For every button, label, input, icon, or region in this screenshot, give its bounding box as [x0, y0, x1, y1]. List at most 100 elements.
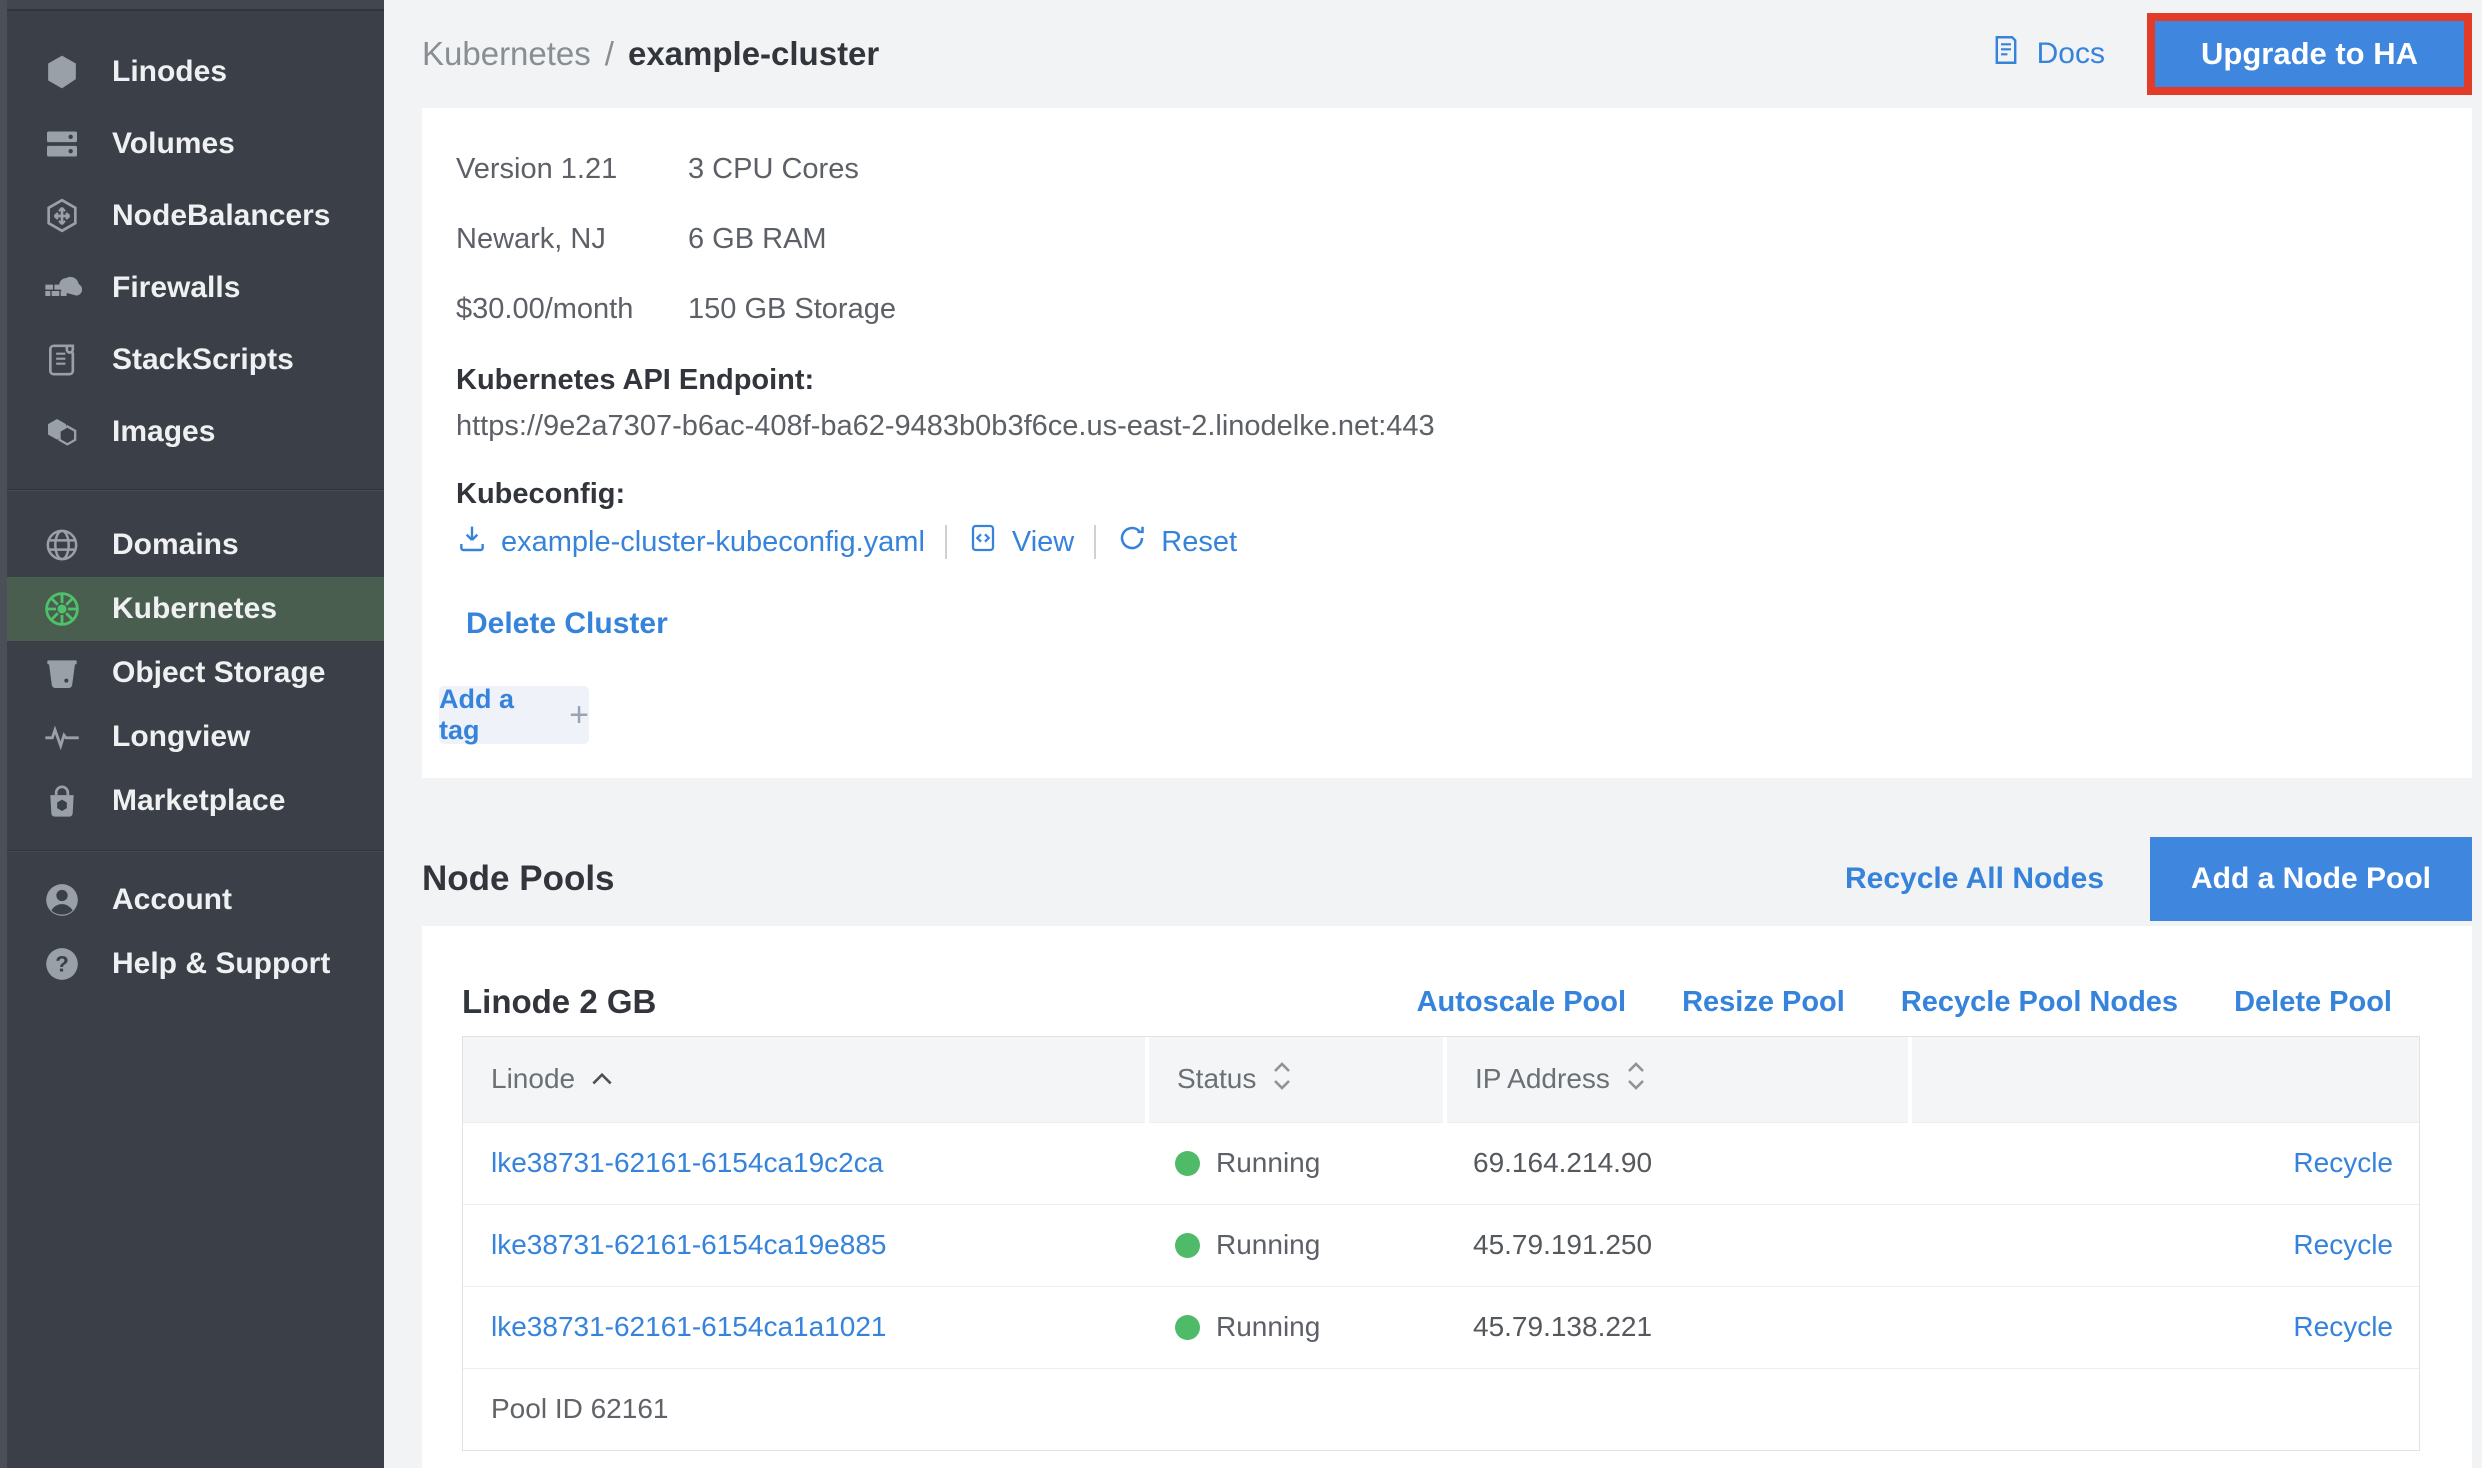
sidebar-item-volumes[interactable]: Volumes: [0, 108, 384, 180]
sidebar-item-longview[interactable]: Longview: [0, 705, 384, 769]
column-header-status[interactable]: Status: [1147, 1037, 1445, 1122]
sidebar-item-label: Object Storage: [112, 656, 325, 690]
sidebar-item-domains[interactable]: Domains: [0, 513, 384, 577]
upgrade-to-ha-button[interactable]: Upgrade to HA: [2155, 21, 2464, 87]
autoscale-pool-link[interactable]: Autoscale Pool: [1417, 986, 1627, 1019]
kubeconfig-filename: example-cluster-kubeconfig.yaml: [501, 526, 925, 559]
column-label: Linode: [491, 1063, 575, 1095]
volume-icon: [36, 124, 88, 164]
sidebar-item-linodes[interactable]: Linodes: [0, 36, 384, 108]
images-icon: [36, 412, 88, 452]
breadcrumb-kubernetes-link[interactable]: Kubernetes: [422, 35, 591, 73]
node-pools-title: Node Pools: [422, 859, 1845, 899]
pool-id-row: Pool ID 62161: [463, 1368, 2419, 1450]
pulse-icon: [36, 717, 88, 757]
header-actions: Docs Upgrade to HA: [1989, 13, 2472, 95]
sidebar-item-nodebalancers[interactable]: NodeBalancers: [0, 180, 384, 252]
sidebar-divider: [0, 850, 384, 851]
column-label: Status: [1177, 1063, 1256, 1095]
marketplace-bag-icon: [36, 781, 88, 821]
delete-pool-link[interactable]: Delete Pool: [2234, 986, 2392, 1019]
pool-title: Linode 2 GB: [462, 983, 1417, 1021]
node-link[interactable]: lke38731-62161-6154ca19c2ca: [491, 1147, 883, 1178]
recycle-node-link[interactable]: Recycle: [2293, 1147, 2393, 1178]
kubeconfig-reset-link[interactable]: Reset: [1116, 522, 1237, 562]
sidebar-divider: [0, 489, 384, 490]
node-link[interactable]: lke38731-62161-6154ca19e885: [491, 1229, 886, 1260]
kubeconfig-view-label: View: [1012, 526, 1074, 559]
breadcrumb-separator: /: [605, 35, 614, 73]
sidebar-item-stackscripts[interactable]: StackScripts: [0, 324, 384, 396]
linode-icon: [36, 52, 88, 92]
column-header-ip-address[interactable]: IP Address: [1445, 1037, 1910, 1122]
sidebar-item-label: Help & Support: [112, 947, 330, 981]
recycle-all-nodes-link[interactable]: Recycle All Nodes: [1845, 862, 2104, 896]
reset-icon: [1116, 522, 1148, 562]
sidebar-item-label: NodeBalancers: [112, 199, 330, 233]
sort-both-icon: [1624, 1058, 1648, 1101]
view-code-icon: [967, 522, 999, 562]
column-header-linode[interactable]: Linode: [463, 1037, 1147, 1122]
ip-address: 69.164.214.90: [1445, 1122, 1910, 1204]
recycle-node-link[interactable]: Recycle: [2293, 1229, 2393, 1260]
pool-id-label: Pool ID 62161: [463, 1368, 2419, 1450]
sidebar-item-label: Linodes: [112, 55, 227, 89]
breadcrumb-current: example-cluster: [628, 35, 879, 73]
add-tag-button[interactable]: Add a tag +: [439, 686, 589, 744]
table-row: lke38731-62161-6154ca1a1021 Running 45.7…: [463, 1286, 2419, 1368]
sidebar-scrollbar[interactable]: [0, 0, 7, 1468]
ip-address: 45.79.138.221: [1445, 1286, 1910, 1368]
sidebar-item-label: Account: [112, 883, 232, 917]
sidebar-item-label: StackScripts: [112, 343, 294, 377]
docs-link[interactable]: Docs: [1989, 33, 2105, 75]
sidebar-item-label: Firewalls: [112, 271, 240, 305]
cluster-cpu: 3 CPU Cores: [688, 134, 2432, 204]
main-content: Kubernetes / example-cluster Docs Upgrad…: [384, 0, 2482, 1468]
sidebar-item-help-support[interactable]: ? Help & Support: [0, 932, 384, 996]
add-tag-label: Add a tag: [439, 684, 554, 746]
kubernetes-helm-icon: [36, 588, 88, 630]
red-highlight-annotation: Upgrade to HA: [2147, 13, 2472, 95]
cluster-storage: 150 GB Storage: [688, 274, 2432, 344]
delete-cluster-link[interactable]: Delete Cluster: [466, 604, 668, 644]
sidebar-item-marketplace[interactable]: Marketplace: [0, 769, 384, 833]
download-icon: [456, 522, 488, 562]
status-running-dot: [1175, 1315, 1200, 1340]
add-node-pool-button[interactable]: Add a Node Pool: [2150, 837, 2472, 921]
divider: [1094, 525, 1096, 559]
sidebar-item-label: Domains: [112, 528, 239, 562]
nodes-table: Linode Status: [462, 1036, 2420, 1451]
sidebar-item-object-storage[interactable]: Object Storage: [0, 641, 384, 705]
resize-pool-link[interactable]: Resize Pool: [1682, 986, 1845, 1019]
column-header-actions: [1910, 1037, 2419, 1122]
sidebar-item-label: Images: [112, 415, 215, 449]
node-pools-header: Node Pools Recycle All Nodes Add a Node …: [422, 836, 2472, 922]
stackscript-icon: [36, 340, 88, 380]
pool-actions: Autoscale Pool Resize Pool Recycle Pool …: [1417, 986, 2392, 1019]
sidebar-item-firewalls[interactable]: Firewalls: [0, 252, 384, 324]
sort-asc-icon: [589, 1063, 615, 1095]
status-running-dot: [1175, 1151, 1200, 1176]
recycle-node-link[interactable]: Recycle: [2293, 1311, 2393, 1342]
sidebar-item-images[interactable]: Images: [0, 396, 384, 468]
kubeconfig-actions: example-cluster-kubeconfig.yaml View Res…: [456, 520, 2432, 564]
recycle-pool-nodes-link[interactable]: Recycle Pool Nodes: [1901, 986, 2178, 1019]
docs-label: Docs: [2037, 37, 2105, 71]
sidebar-item-kubernetes[interactable]: Kubernetes: [0, 577, 384, 641]
kubeconfig-view-link[interactable]: View: [967, 522, 1074, 562]
table-header-row: Linode Status: [463, 1037, 2419, 1122]
api-endpoint-url: https://9e2a7307-b6ac-408f-ba62-9483b0b3…: [456, 408, 2432, 444]
globe-icon: [36, 525, 88, 565]
node-link[interactable]: lke38731-62161-6154ca1a1021: [491, 1311, 886, 1342]
sidebar-item-label: Kubernetes: [112, 592, 277, 626]
sidebar-item-label: Volumes: [112, 127, 235, 161]
kubeconfig-label: Kubeconfig:: [456, 476, 2432, 512]
firewall-icon: [36, 268, 88, 308]
sidebar-item-account[interactable]: Account: [0, 868, 384, 932]
cluster-region: Newark, NJ: [456, 204, 688, 274]
plus-icon: +: [569, 696, 589, 735]
kubeconfig-download-link[interactable]: example-cluster-kubeconfig.yaml: [456, 522, 925, 562]
pool-card: Linode 2 GB Autoscale Pool Resize Pool R…: [422, 926, 2472, 1468]
bucket-icon: [36, 653, 88, 693]
nodebalancer-icon: [36, 196, 88, 236]
